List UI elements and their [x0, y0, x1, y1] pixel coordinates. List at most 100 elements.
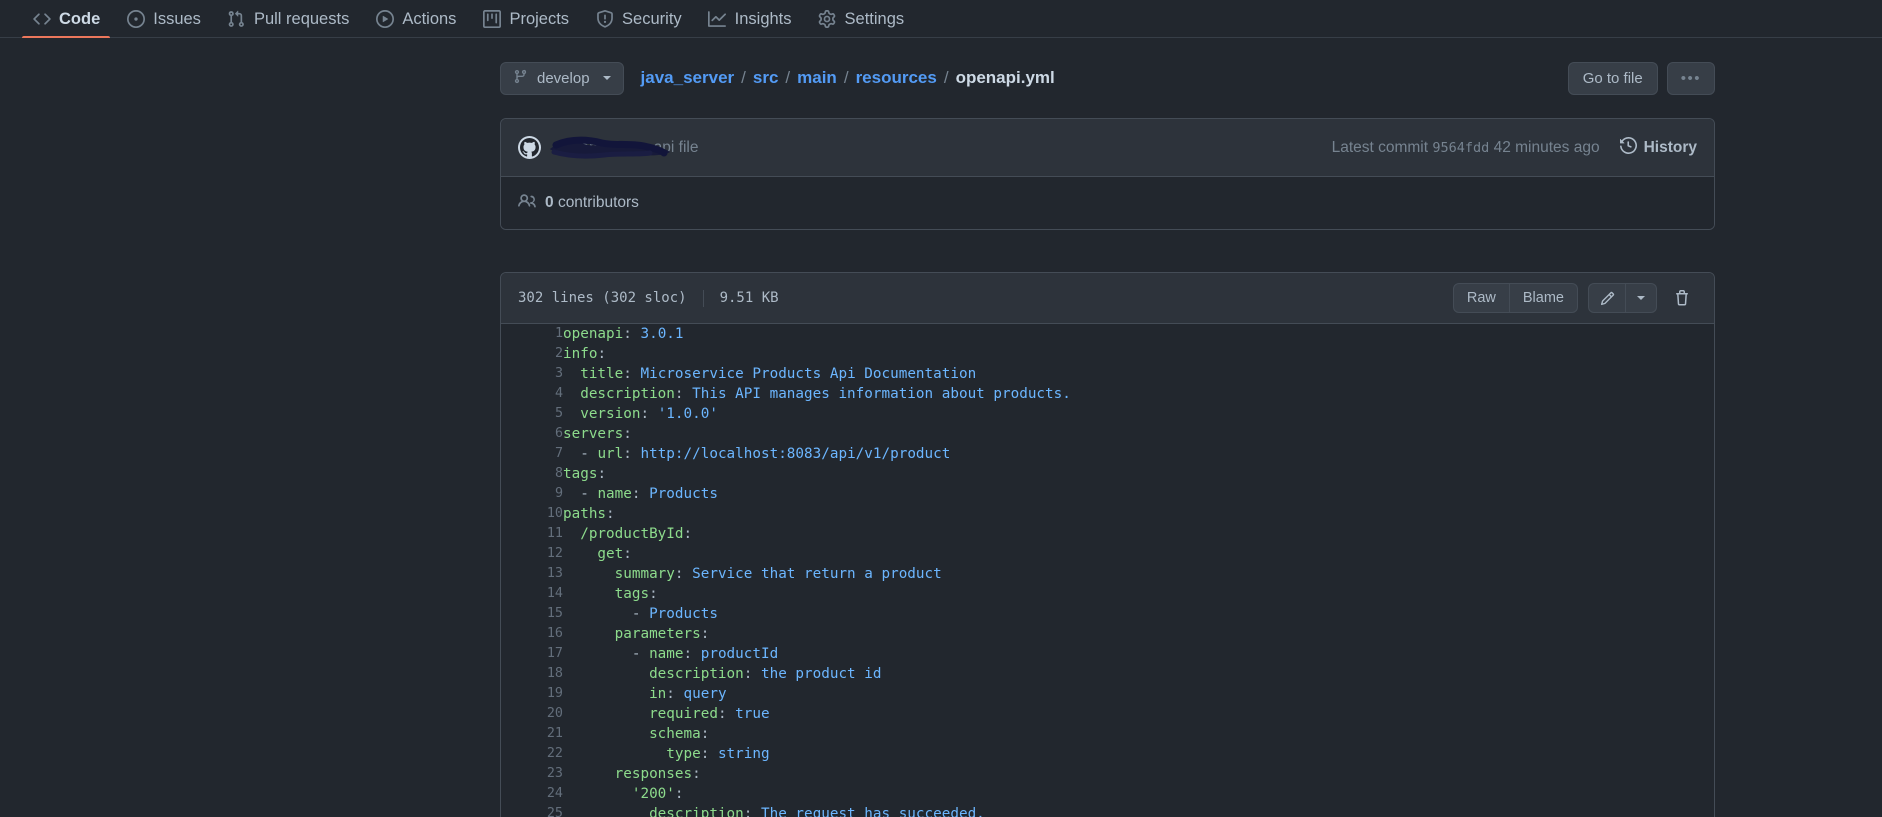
- line-number[interactable]: 15: [501, 604, 563, 624]
- line-number[interactable]: 14: [501, 584, 563, 604]
- code-token: type: [563, 746, 701, 762]
- more-options-button[interactable]: •••: [1667, 62, 1715, 95]
- code-token: -: [563, 606, 649, 622]
- code-line: 4 description: This API manages informat…: [501, 384, 1714, 404]
- nav-tab-security[interactable]: Security: [585, 0, 692, 38]
- nav-tab-label: Security: [622, 10, 682, 29]
- graph-icon: [708, 10, 727, 29]
- breadcrumb-separator: /: [844, 68, 849, 88]
- breadcrumb-link-resources[interactable]: resources: [856, 68, 937, 88]
- go-to-file-button[interactable]: Go to file: [1568, 62, 1658, 95]
- contributors-word: contributors: [558, 194, 639, 211]
- nav-tab-projects[interactable]: Projects: [472, 0, 579, 38]
- code-token: :: [640, 406, 657, 422]
- breadcrumb-link-main[interactable]: main: [797, 68, 837, 88]
- commit-message[interactable]: rename open api file: [558, 139, 698, 157]
- file-box: 302 lines (302 sloc) 9.51 KB Raw Blame: [500, 272, 1715, 817]
- code-token: '1.0.0': [658, 406, 718, 422]
- line-content: get:: [563, 544, 1714, 564]
- edit-options-button[interactable]: [1626, 283, 1657, 313]
- history-link[interactable]: History: [1620, 137, 1697, 159]
- blame-button[interactable]: Blame: [1510, 283, 1578, 313]
- raw-blame-group: Raw Blame: [1453, 283, 1578, 313]
- nav-tab-pull-requests[interactable]: Pull requests: [217, 0, 359, 38]
- line-number[interactable]: 24: [501, 784, 563, 804]
- code-line: 1openapi: 3.0.1: [501, 324, 1714, 344]
- line-number[interactable]: 13: [501, 564, 563, 584]
- file-toolbar: 302 lines (302 sloc) 9.51 KB Raw Blame: [501, 273, 1714, 324]
- line-content: version: '1.0.0': [563, 404, 1714, 424]
- line-content: servers:: [563, 424, 1714, 444]
- line-content: openapi: 3.0.1: [563, 324, 1714, 344]
- nav-tab-label: Code: [59, 10, 100, 29]
- avatar[interactable]: [518, 136, 541, 159]
- code-token: :: [718, 706, 735, 722]
- code-token: the product id: [761, 666, 882, 682]
- code-token: :: [666, 686, 683, 702]
- code-token: :: [684, 646, 701, 662]
- line-content: - url: http://localhost:8083/api/v1/prod…: [563, 444, 1714, 464]
- line-number[interactable]: 2: [501, 344, 563, 364]
- line-number[interactable]: 20: [501, 704, 563, 724]
- line-number[interactable]: 6: [501, 424, 563, 444]
- line-number[interactable]: 16: [501, 624, 563, 644]
- line-number[interactable]: 4: [501, 384, 563, 404]
- nav-tab-code[interactable]: Code: [22, 0, 110, 38]
- line-number[interactable]: 19: [501, 684, 563, 704]
- line-number[interactable]: 12: [501, 544, 563, 564]
- nav-tab-label: Settings: [845, 10, 905, 29]
- contributors-label: 0 contributors: [545, 194, 639, 212]
- line-number[interactable]: 17: [501, 644, 563, 664]
- line-number[interactable]: 8: [501, 464, 563, 484]
- line-number[interactable]: 10: [501, 504, 563, 524]
- file-meta: 302 lines (302 sloc) 9.51 KB: [518, 290, 779, 307]
- content-container: develop java_server/src/main/resources/o…: [500, 60, 1715, 817]
- code-line: 2info:: [501, 344, 1714, 364]
- line-number[interactable]: 25: [501, 804, 563, 817]
- line-number[interactable]: 23: [501, 764, 563, 784]
- contributors-row[interactable]: 0 contributors: [501, 176, 1714, 229]
- people-icon: [518, 192, 536, 215]
- line-number[interactable]: 21: [501, 724, 563, 744]
- code-token: /productById: [563, 526, 684, 542]
- edit-file-button[interactable]: [1588, 283, 1626, 313]
- nav-tab-issues[interactable]: Issues: [116, 0, 211, 38]
- code-token: :: [744, 806, 761, 817]
- line-number[interactable]: 11: [501, 524, 563, 544]
- line-number[interactable]: 3: [501, 364, 563, 384]
- code-token: The request has succeeded.: [761, 806, 985, 817]
- code-line: 16 parameters:: [501, 624, 1714, 644]
- line-number[interactable]: 5: [501, 404, 563, 424]
- code-line: 8tags:: [501, 464, 1714, 484]
- breadcrumb-link-src[interactable]: src: [753, 68, 779, 88]
- code-token: paths: [563, 506, 606, 522]
- raw-button[interactable]: Raw: [1453, 283, 1510, 313]
- delete-file-button[interactable]: [1667, 283, 1697, 313]
- nav-tab-insights[interactable]: Insights: [698, 0, 802, 38]
- breadcrumb-repo-link[interactable]: java_server: [641, 68, 735, 88]
- line-number[interactable]: 18: [501, 664, 563, 684]
- line-content: info:: [563, 344, 1714, 364]
- file-size: 9.51 KB: [720, 290, 779, 306]
- line-content: parameters:: [563, 624, 1714, 644]
- code-token: -: [563, 646, 649, 662]
- branch-selector[interactable]: develop: [500, 62, 624, 95]
- code-token: Microservice Products Api Documentation: [640, 366, 976, 382]
- line-number[interactable]: 22: [501, 744, 563, 764]
- code-line: 12 get:: [501, 544, 1714, 564]
- line-number[interactable]: 7: [501, 444, 563, 464]
- line-number[interactable]: 9: [501, 484, 563, 504]
- code-token: -: [563, 446, 597, 462]
- breadcrumb-separator: /: [741, 68, 746, 88]
- code-line: 6servers:: [501, 424, 1714, 444]
- play-icon: [375, 10, 394, 29]
- file-header-row: develop java_server/src/main/resources/o…: [500, 60, 1715, 96]
- line-content: required: true: [563, 704, 1714, 724]
- nav-tab-actions[interactable]: Actions: [365, 0, 466, 38]
- nav-tab-label: Pull requests: [254, 10, 349, 29]
- commit-sha[interactable]: 9564fdd: [1432, 140, 1489, 156]
- code-token: name: [597, 486, 631, 502]
- code-line: 3 title: Microservice Products Api Docum…: [501, 364, 1714, 384]
- line-number[interactable]: 1: [501, 324, 563, 344]
- nav-tab-settings[interactable]: Settings: [808, 0, 915, 38]
